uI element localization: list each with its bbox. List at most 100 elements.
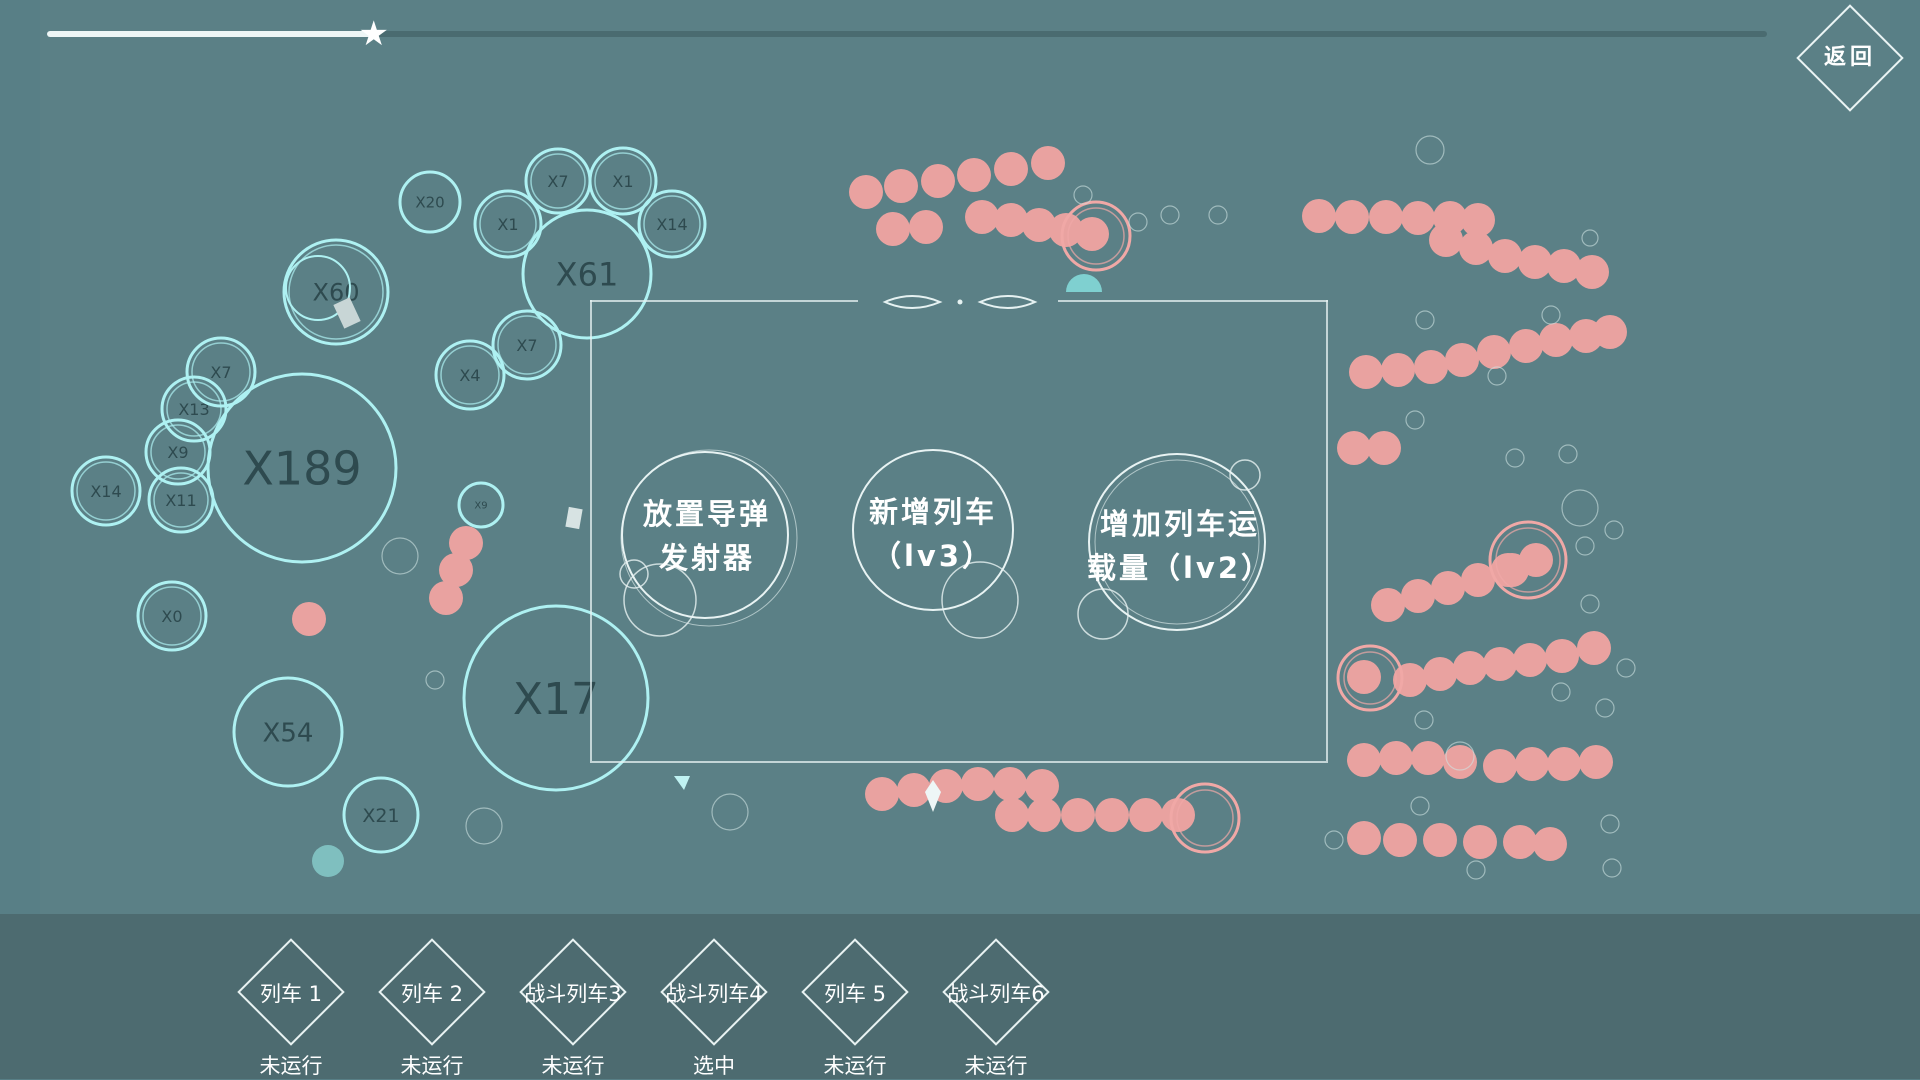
- enemy-unit: [1547, 747, 1581, 781]
- enemy-unit: [1129, 798, 1163, 832]
- enemy-unit: [1509, 329, 1543, 363]
- enemy-unit: [897, 773, 931, 807]
- level-progress-bar: ★: [47, 17, 1767, 51]
- enemy-unit: [1477, 335, 1511, 369]
- enemy-unit: [1379, 741, 1413, 775]
- ally-node-label: X7: [516, 336, 537, 355]
- train-name: 战斗列车3: [524, 982, 622, 1006]
- ally-marker: [1066, 274, 1102, 292]
- train-status: 选中: [693, 1054, 735, 1078]
- enemy-unit: [1515, 747, 1549, 781]
- enemy-unit: [1539, 323, 1573, 357]
- faint-ring: [1405, 410, 1425, 430]
- enemy-unit: [1302, 199, 1336, 233]
- enemy-unit: [1575, 255, 1609, 289]
- faint-ring: [1575, 536, 1595, 556]
- ally-node-label: X1: [612, 172, 633, 191]
- enemy-unit: [1423, 823, 1457, 857]
- enemy-unit: [909, 210, 943, 244]
- option-add-train[interactable]: 新增列车 （lv3）: [848, 490, 1018, 578]
- ally-node-label: X14: [90, 482, 121, 501]
- faint-ring: [1602, 858, 1622, 878]
- ally-node-label: X61: [556, 256, 619, 294]
- ally-node-label: X4: [459, 366, 480, 385]
- faint-ring: [381, 537, 419, 575]
- faint-ring: [1505, 448, 1525, 468]
- enemy-unit: [1061, 798, 1095, 832]
- enemy-unit: [849, 175, 883, 209]
- option-label-line2: （lv3）: [871, 539, 995, 573]
- enemy-unit: [921, 164, 955, 198]
- enemy-unit: [1423, 657, 1457, 691]
- option-increase-capacity[interactable]: 增加列车运 载量（lv2）: [1085, 502, 1275, 590]
- option-label-line2: 发射器: [658, 541, 755, 575]
- enemy-unit: [449, 526, 483, 560]
- menu-ornament-icon: [882, 295, 1038, 309]
- enemy-unit: [884, 169, 918, 203]
- train-slot-5[interactable]: 列车 5 未运行: [795, 938, 915, 1079]
- ally-node-label: X7: [210, 363, 231, 382]
- enemy-unit: [292, 602, 326, 636]
- train-slot-3[interactable]: 战斗列车3 未运行: [513, 938, 633, 1079]
- enemy-unit: [1347, 743, 1381, 777]
- enemy-unit: [865, 777, 899, 811]
- enemy-unit: [1443, 745, 1477, 779]
- enemy-unit: [1349, 355, 1383, 389]
- faint-ring: [1595, 698, 1615, 718]
- ally-node-label: X7: [547, 172, 568, 191]
- enemy-unit: [1518, 245, 1552, 279]
- train-name: 列车 1: [259, 982, 323, 1006]
- ally-node-label: X17: [513, 674, 599, 725]
- enemy-unit: [1429, 223, 1463, 257]
- enemy-unit: [1369, 200, 1403, 234]
- enemy-unit: [957, 158, 991, 192]
- option-label-line2: 载量（lv2）: [1086, 551, 1274, 585]
- enemy-unit: [1335, 200, 1369, 234]
- faint-ring: [1415, 310, 1435, 330]
- train-name: 列车 5: [823, 982, 887, 1006]
- faint-ring: [1558, 444, 1578, 464]
- enemy-unit: [1031, 146, 1065, 180]
- faint-ring: [1466, 860, 1486, 880]
- option-label-line1: 新增列车: [868, 495, 997, 529]
- faint-ring: [1414, 710, 1434, 730]
- enemy-unit: [1579, 745, 1613, 779]
- faint-ring: [1561, 489, 1599, 527]
- train-slot-2[interactable]: 列车 2 未运行: [372, 938, 492, 1079]
- ally-node-label: X189: [242, 442, 361, 496]
- train-slot-4[interactable]: 战斗列车4 选中: [654, 938, 774, 1079]
- option-label-line1: 放置导弹: [642, 497, 771, 531]
- enemy-unit: [1545, 639, 1579, 673]
- enemy-unit: [994, 152, 1028, 186]
- enemy-unit: [1027, 798, 1061, 832]
- option-label-line1: 增加列车运: [1099, 507, 1260, 541]
- ally-node-label: X0: [161, 607, 182, 626]
- enemy-unit: [961, 767, 995, 801]
- enemy-unit: [1513, 643, 1547, 677]
- train-name: 战斗列车6: [947, 982, 1045, 1006]
- enemy-unit: [1431, 571, 1465, 605]
- train-slot-1[interactable]: 列车 1 未运行: [231, 938, 351, 1079]
- back-button-label[interactable]: 返回: [1812, 44, 1888, 72]
- projectile-marker: [674, 776, 690, 790]
- enemy-unit: [1371, 588, 1405, 622]
- faint-ring: [1073, 185, 1093, 205]
- option-place-missile-launcher[interactable]: 放置导弹 发射器: [622, 492, 792, 580]
- enemy-unit: [993, 767, 1027, 801]
- train-name: 战斗列车4: [665, 982, 763, 1006]
- enemy-unit: [1337, 431, 1371, 465]
- enemy-unit: [1459, 231, 1493, 265]
- faint-ring: [465, 807, 503, 845]
- enemy-unit: [995, 798, 1029, 832]
- train-status: 未运行: [823, 1054, 887, 1078]
- enemy-unit: [965, 200, 999, 234]
- star-icon: ★: [358, 14, 390, 54]
- faint-ring: [1551, 682, 1571, 702]
- enemy-unit: [1381, 353, 1415, 387]
- ally-node-label: X60: [313, 279, 360, 307]
- enemy-unit: [1483, 647, 1517, 681]
- enemy-unit: [1383, 823, 1417, 857]
- enemy-unit: [1401, 201, 1435, 235]
- train-slot-6[interactable]: 战斗列车6 未运行: [936, 938, 1056, 1079]
- enemy-unit: [1025, 769, 1059, 803]
